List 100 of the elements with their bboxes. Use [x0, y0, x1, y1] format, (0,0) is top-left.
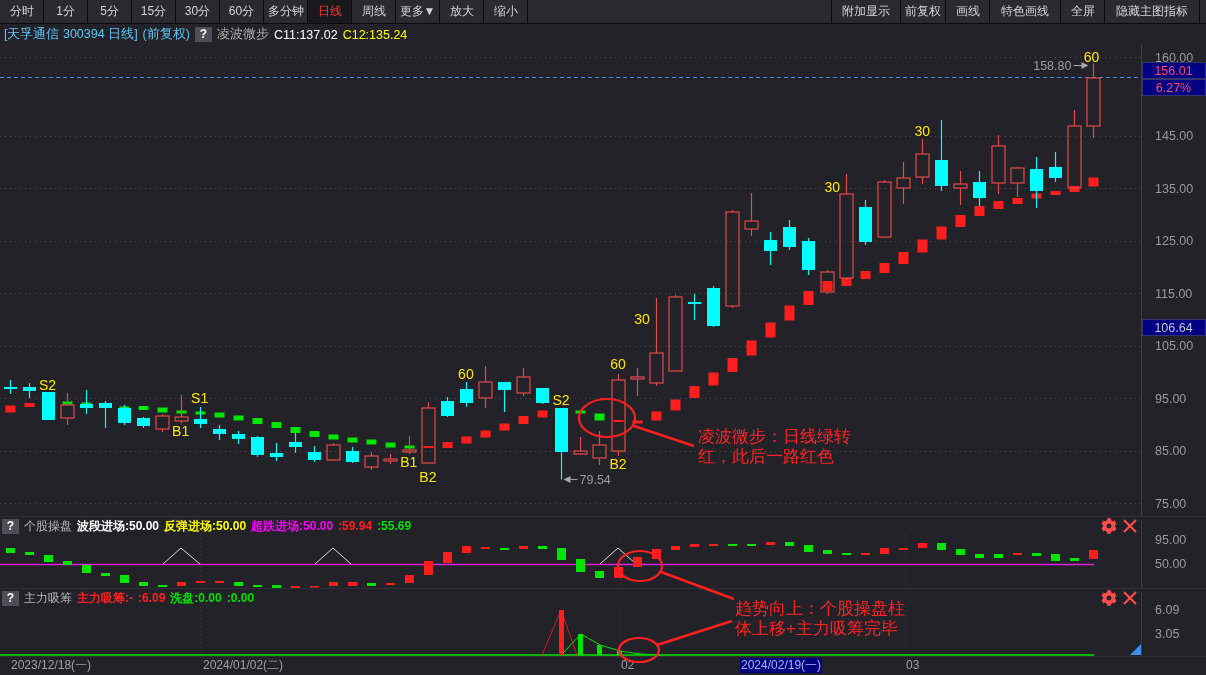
- trend-marker: [195, 411, 206, 415]
- corner-triangle-icon[interactable]: [1130, 644, 1141, 655]
- toolbar-button[interactable]: 附加显示: [831, 0, 901, 23]
- low-price-label: 79.54: [579, 472, 611, 487]
- indicator-bar: [1013, 553, 1022, 555]
- signal-chevron: [314, 547, 352, 565]
- indicator-bar: [633, 557, 642, 567]
- indicator-bar: [861, 553, 870, 555]
- trend-marker: [803, 291, 814, 305]
- date-label: 2024/02/19(一): [740, 658, 823, 673]
- candlestick: [802, 237, 815, 276]
- trend-marker: [1069, 186, 1080, 192]
- close-icon[interactable]: [1123, 591, 1137, 605]
- price-axis-label: 95.00: [1155, 391, 1187, 406]
- indicator-bar: [918, 543, 927, 548]
- period-tab[interactable]: 日线: [308, 0, 352, 23]
- washout-bar: [578, 634, 583, 655]
- indicator-bar: [6, 548, 15, 553]
- date-label: 2023/12/18(一): [10, 658, 93, 673]
- trend-marker: [879, 263, 890, 273]
- trend-marker: [1050, 191, 1061, 195]
- indicator-name: 凌波微步: [216, 26, 269, 43]
- cursor-price-tag: 106.64: [1142, 319, 1206, 336]
- candlestick: [289, 432, 302, 454]
- signal-chevron: [162, 547, 201, 565]
- indicator-axis-label: 50.00: [1155, 558, 1187, 570]
- help-button[interactable]: ?: [2, 518, 19, 534]
- trend-marker: [746, 340, 757, 356]
- trend-marker: [613, 420, 624, 422]
- candlestick: [896, 161, 911, 205]
- trend-marker: [784, 305, 795, 321]
- indicator-bar: [709, 544, 718, 546]
- last-price-tag: 156.01: [1142, 62, 1206, 79]
- candlestick: [707, 285, 720, 328]
- legend-value: :59.94: [338, 519, 373, 533]
- legend-value: :55.69: [377, 519, 412, 533]
- candlestick: [80, 389, 93, 415]
- trend-marker: [480, 430, 491, 438]
- candlestick: [744, 192, 759, 237]
- legend-value: 反弹进场:50.00: [164, 517, 247, 535]
- indicator-bar: [1070, 558, 1079, 561]
- candlestick: [99, 400, 112, 429]
- indicator-bar: [63, 561, 72, 565]
- legend-value: :0.00: [226, 591, 255, 605]
- trend-marker: [1088, 177, 1099, 187]
- trend-marker: [1012, 198, 1023, 204]
- candlestick: [859, 199, 872, 246]
- indicator-axis-label: 3.05: [1155, 628, 1180, 640]
- indicator-bar: [405, 575, 414, 583]
- indicator-axis-label: 6.09: [1155, 604, 1180, 616]
- indicator-bar: [614, 567, 623, 578]
- highlight-ellipse: [577, 397, 637, 439]
- settings-icon[interactable]: [1101, 518, 1117, 534]
- date-label: 03: [905, 658, 921, 673]
- candlestick: [232, 430, 245, 445]
- annotation-text: 凌波微步：日线绿转红，此后一路红色: [698, 427, 852, 467]
- indicator-bar: [424, 561, 433, 575]
- indicator-bar: [234, 582, 243, 586]
- indicator-bar: [196, 581, 205, 583]
- indicator-bar: [519, 546, 528, 549]
- candlestick: [137, 416, 150, 429]
- help-button[interactable]: ?: [2, 590, 19, 606]
- indicator-bar: [101, 573, 110, 576]
- trend-marker: [328, 434, 339, 440]
- candlestick: [478, 365, 493, 409]
- price-axis-label: 135.00: [1155, 181, 1194, 196]
- indicator-bar: [82, 565, 91, 573]
- legend-value: 超跌进场:50.00: [251, 517, 334, 535]
- indicator-bar: [994, 554, 1003, 558]
- trend-marker: [955, 215, 966, 227]
- candlestick: [764, 231, 777, 266]
- highlight-ellipse: [616, 549, 664, 583]
- washout-bar: [617, 651, 622, 655]
- settings-icon[interactable]: [1101, 590, 1117, 606]
- close-icon[interactable]: [1123, 519, 1137, 533]
- signal-label: S1: [191, 390, 209, 406]
- indicator-bar: [975, 554, 984, 558]
- price-axis-label: 115.00: [1155, 286, 1193, 301]
- candlestick: [592, 430, 607, 466]
- trend-marker: [271, 422, 282, 428]
- pointer-arrow: [563, 475, 578, 483]
- signal-label: 60: [1083, 49, 1100, 65]
- trend-marker: [936, 226, 947, 240]
- indicator-bar: [462, 546, 471, 553]
- indicator-bar: [766, 542, 775, 545]
- price-axis-label: 105.00: [1155, 339, 1194, 354]
- indicator-bar: [652, 549, 661, 559]
- indicator-value: C11:137.02: [273, 27, 338, 42]
- candlestick: [953, 170, 968, 206]
- price-axis-label: 75.00: [1155, 496, 1187, 511]
- trend-marker: [689, 386, 700, 398]
- help-button[interactable]: ?: [194, 27, 212, 42]
- signal-label: 60: [458, 366, 474, 382]
- trend-marker: [252, 418, 263, 424]
- indicator-bar: [139, 582, 148, 586]
- indicator-bar: [557, 548, 566, 560]
- indicator-bar: [671, 546, 680, 550]
- high-price-label: 158.80: [1033, 59, 1072, 73]
- indicator-bar: [785, 542, 794, 546]
- indicator-bar: [842, 553, 851, 555]
